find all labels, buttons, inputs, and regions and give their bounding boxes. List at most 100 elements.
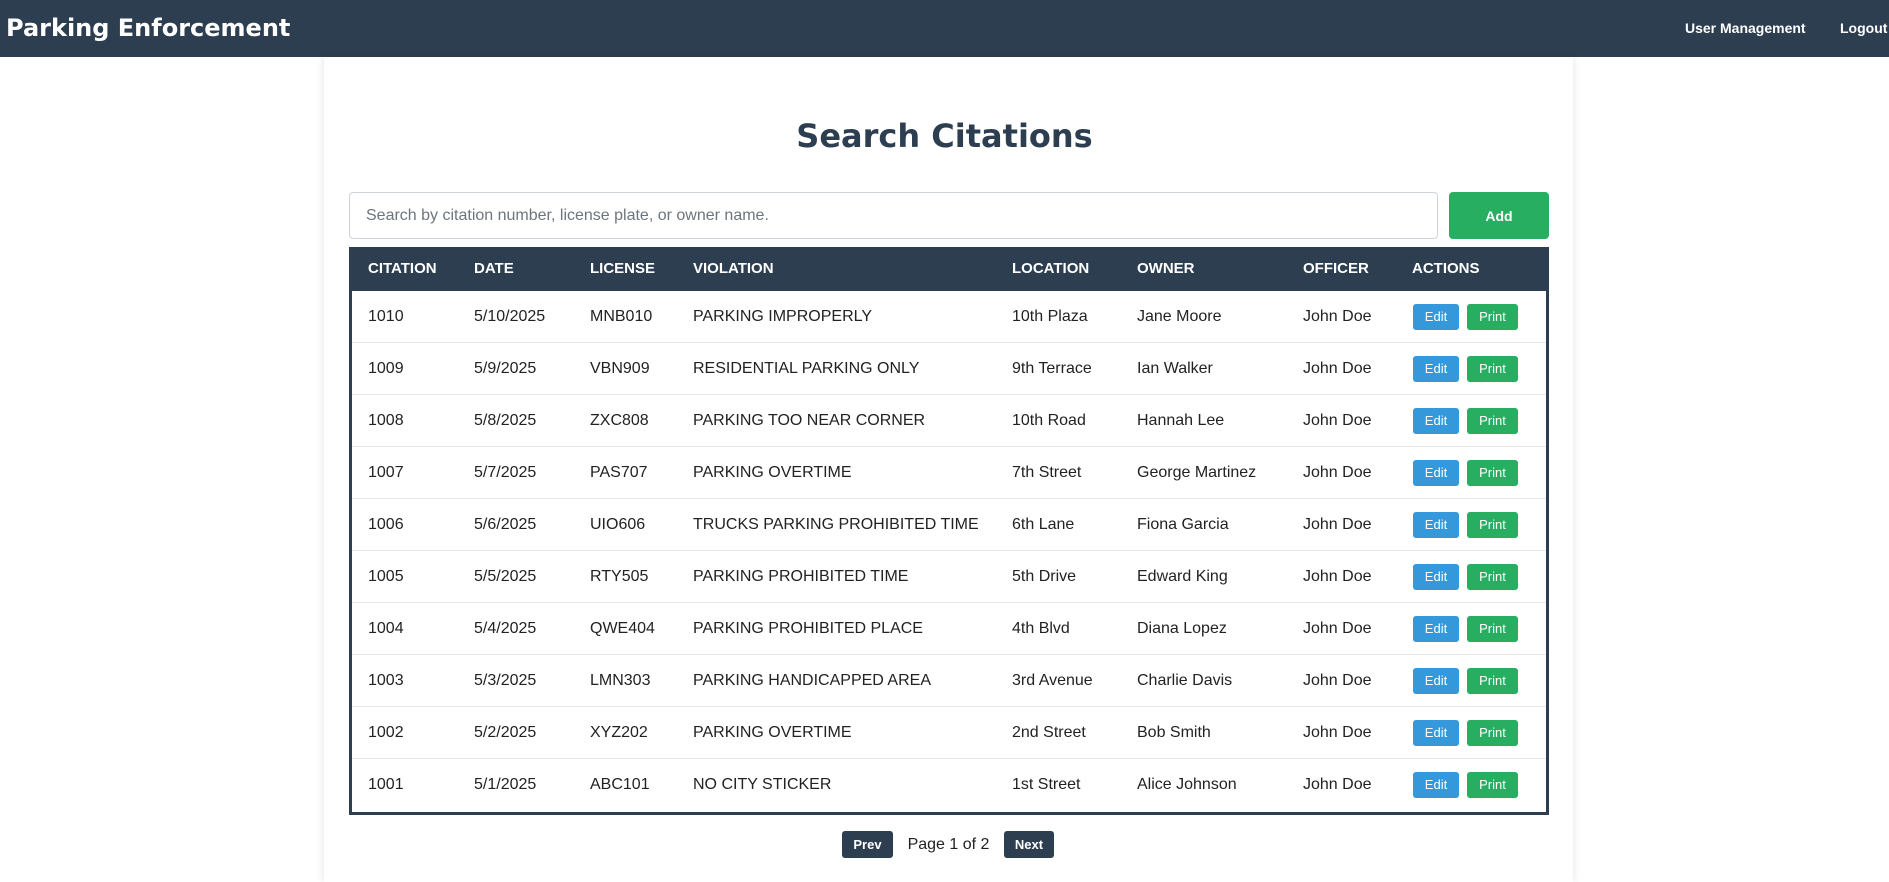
cell-owner: George Martinez bbox=[1137, 464, 1257, 481]
edit-button[interactable]: Edit bbox=[1413, 772, 1459, 798]
cell-date: 5/7/2025 bbox=[474, 464, 537, 481]
table-row: 1006 5/6/2025 UIO606 TRUCKS PARKING PROHIBI… bbox=[352, 499, 1546, 551]
cell-date: 5/1/2025 bbox=[474, 776, 537, 793]
edit-button[interactable]: Edit bbox=[1413, 564, 1459, 590]
print-button[interactable]: Print bbox=[1467, 772, 1518, 798]
cell-citation: 1002 bbox=[368, 724, 404, 741]
cell-license: PAS707 bbox=[590, 464, 648, 481]
cell-owner: Edward King bbox=[1137, 568, 1228, 585]
cell-officer: John Doe bbox=[1303, 724, 1372, 741]
cell-location: 1st Street bbox=[1012, 776, 1081, 793]
cell-officer: John Doe bbox=[1303, 620, 1372, 637]
cell-officer: John Doe bbox=[1303, 360, 1372, 377]
edit-button[interactable]: Edit bbox=[1413, 512, 1459, 538]
table-row: 1005 5/5/2025 RTY505 PARKING PROHIBITED TIM… bbox=[352, 551, 1546, 603]
cell-violation: PARKING PROHIBITED PLACE bbox=[693, 620, 923, 637]
cell-location: 5th Drive bbox=[1012, 568, 1077, 585]
edit-button[interactable]: Edit bbox=[1413, 616, 1459, 642]
column-header-violation: VIOLATION bbox=[693, 260, 774, 277]
cell-citation: 1009 bbox=[368, 360, 404, 377]
cell-violation: PARKING TOO NEAR CORNER bbox=[693, 412, 926, 429]
print-button[interactable]: Print bbox=[1467, 668, 1518, 694]
print-button[interactable]: Print bbox=[1467, 616, 1518, 642]
table-row: 1001 5/1/2025 ABC101 NO CITY STICKER 1st Str… bbox=[352, 759, 1546, 811]
cell-owner: Jane Moore bbox=[1137, 308, 1222, 325]
cell-date: 5/4/2025 bbox=[474, 620, 537, 637]
prev-page-button[interactable]: Prev bbox=[842, 831, 893, 858]
cell-date: 5/3/2025 bbox=[474, 672, 537, 689]
table-header: CITATION DATE LICENSE VIOLATION LOCATION… bbox=[352, 247, 1546, 291]
edit-button[interactable]: Edit bbox=[1413, 356, 1459, 382]
cell-owner: Hannah Lee bbox=[1137, 412, 1225, 429]
cell-officer: John Doe bbox=[1303, 672, 1372, 689]
cell-citation: 1003 bbox=[368, 672, 404, 689]
table-row: 1003 5/3/2025 LMN303 PARKING HANDICAPPED AR… bbox=[352, 655, 1546, 707]
search-input[interactable] bbox=[349, 192, 1438, 239]
edit-button[interactable]: Edit bbox=[1413, 304, 1459, 330]
cell-owner: Bob Smith bbox=[1137, 724, 1211, 741]
add-citation-button[interactable]: Add bbox=[1449, 192, 1549, 239]
cell-license: QWE404 bbox=[590, 620, 655, 637]
print-button[interactable]: Print bbox=[1467, 304, 1518, 330]
column-header-actions: ACTIONS bbox=[1412, 260, 1480, 277]
app-title: Parking Enforcement bbox=[6, 14, 291, 42]
column-header-officer: OFFICER bbox=[1303, 260, 1369, 277]
cell-citation: 1001 bbox=[368, 776, 404, 793]
cell-violation: PARKING OVERTIME bbox=[693, 724, 852, 741]
cell-violation: PARKING IMPROPERLY bbox=[693, 308, 872, 325]
print-button[interactable]: Print bbox=[1467, 460, 1518, 486]
cell-violation: NO CITY STICKER bbox=[693, 776, 832, 793]
cell-location: 10th Plaza bbox=[1012, 308, 1088, 325]
cell-citation: 1005 bbox=[368, 568, 404, 585]
cell-date: 5/10/2025 bbox=[474, 308, 546, 325]
cell-owner: Ian Walker bbox=[1137, 360, 1213, 377]
print-button[interactable]: Print bbox=[1467, 720, 1518, 746]
cell-citation: 1010 bbox=[368, 308, 404, 325]
cell-violation: RESIDENTIAL PARKING ONLY bbox=[693, 360, 920, 377]
top-navbar: Parking Enforcement User Management Logo… bbox=[0, 0, 1889, 57]
cell-license: UIO606 bbox=[590, 516, 646, 533]
cell-license: RTY505 bbox=[590, 568, 649, 585]
cell-officer: John Doe bbox=[1303, 568, 1372, 585]
cell-location: 9th Terrace bbox=[1012, 360, 1092, 377]
table-row: 1008 5/8/2025 ZXC808 PARKING TOO NEAR CORNE… bbox=[352, 395, 1546, 447]
cell-date: 5/2/2025 bbox=[474, 724, 537, 741]
cell-location: 10th Road bbox=[1012, 412, 1086, 429]
print-button[interactable]: Print bbox=[1467, 564, 1518, 590]
table-row: 1007 5/7/2025 PAS707 PARKING OVERTIME 7th St… bbox=[352, 447, 1546, 499]
column-header-owner: OWNER bbox=[1137, 260, 1195, 277]
cell-citation: 1007 bbox=[368, 464, 404, 481]
nav-logout-link[interactable]: Logout bbox=[1840, 19, 1887, 37]
print-button[interactable]: Print bbox=[1467, 512, 1518, 538]
cell-officer: John Doe bbox=[1303, 776, 1372, 793]
edit-button[interactable]: Edit bbox=[1413, 720, 1459, 746]
cell-date: 5/5/2025 bbox=[474, 568, 537, 585]
edit-button[interactable]: Edit bbox=[1413, 408, 1459, 434]
cell-license: VBN909 bbox=[590, 360, 650, 377]
page-indicator: Page 1 of 2 bbox=[907, 836, 990, 853]
cell-location: 3rd Avenue bbox=[1012, 672, 1093, 689]
cell-officer: John Doe bbox=[1303, 516, 1372, 533]
edit-button[interactable]: Edit bbox=[1413, 460, 1459, 486]
cell-citation: 1006 bbox=[368, 516, 404, 533]
table-row: 1009 5/9/2025 VBN909 RESIDENTIAL PARKING ON… bbox=[352, 343, 1546, 395]
page-title: Search Citations bbox=[796, 117, 1093, 155]
table-row: 1002 5/2/2025 XYZ202 PARKING OVERTIME 2nd St… bbox=[352, 707, 1546, 759]
cell-owner: Charlie Davis bbox=[1137, 672, 1233, 689]
cell-officer: John Doe bbox=[1303, 412, 1372, 429]
cell-violation: PARKING PROHIBITED TIME bbox=[693, 568, 909, 585]
cell-date: 5/9/2025 bbox=[474, 360, 537, 377]
cell-citation: 1008 bbox=[368, 412, 404, 429]
column-header-location: LOCATION bbox=[1012, 260, 1090, 277]
cell-violation: PARKING HANDICAPPED AREA bbox=[693, 672, 931, 689]
nav-user-management-link[interactable]: User Management bbox=[1685, 19, 1806, 37]
print-button[interactable]: Print bbox=[1467, 356, 1518, 382]
next-page-button[interactable]: Next bbox=[1004, 831, 1054, 858]
print-button[interactable]: Print bbox=[1467, 408, 1518, 434]
cell-license: ZXC808 bbox=[590, 412, 649, 429]
cell-location: 2nd Street bbox=[1012, 724, 1086, 741]
column-header-license: LICENSE bbox=[590, 260, 656, 277]
cell-citation: 1004 bbox=[368, 620, 404, 637]
edit-button[interactable]: Edit bbox=[1413, 668, 1459, 694]
cell-violation: PARKING OVERTIME bbox=[693, 464, 852, 481]
